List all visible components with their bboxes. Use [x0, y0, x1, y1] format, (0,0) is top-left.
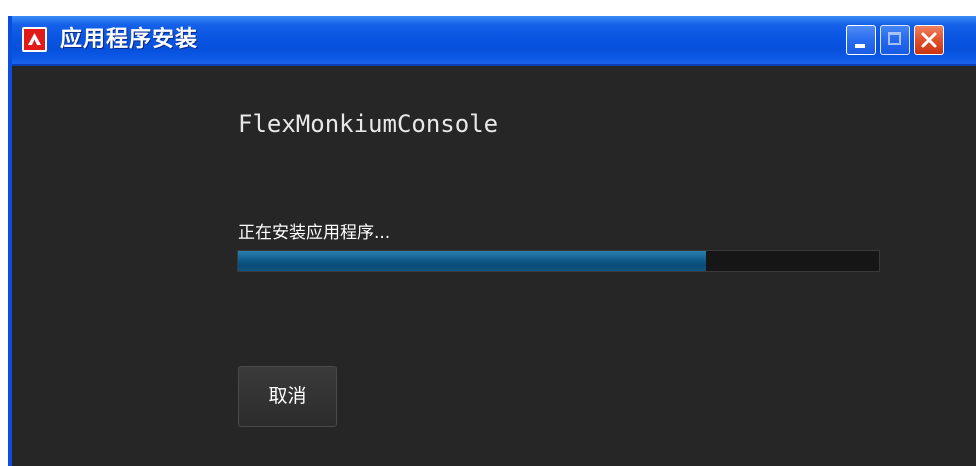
close-icon[interactable]: [914, 25, 944, 55]
install-status: 正在安装应用程序...: [238, 223, 391, 243]
cancel-button[interactable]: 取消: [238, 366, 337, 427]
window-title: 应用程序安装: [60, 27, 199, 52]
installer-window: 应用程序安装 FlexMonkiumConsole 正在安装应用程序... 取消: [8, 16, 976, 466]
maximize-icon[interactable]: [880, 25, 910, 55]
title-bar[interactable]: 应用程序安装: [12, 16, 976, 66]
progress-fill: [238, 251, 706, 271]
adobe-air-icon: [22, 27, 47, 52]
minimize-icon[interactable]: [846, 25, 876, 55]
progress-bar: [237, 250, 880, 272]
app-name: FlexMonkiumConsole: [238, 110, 499, 138]
